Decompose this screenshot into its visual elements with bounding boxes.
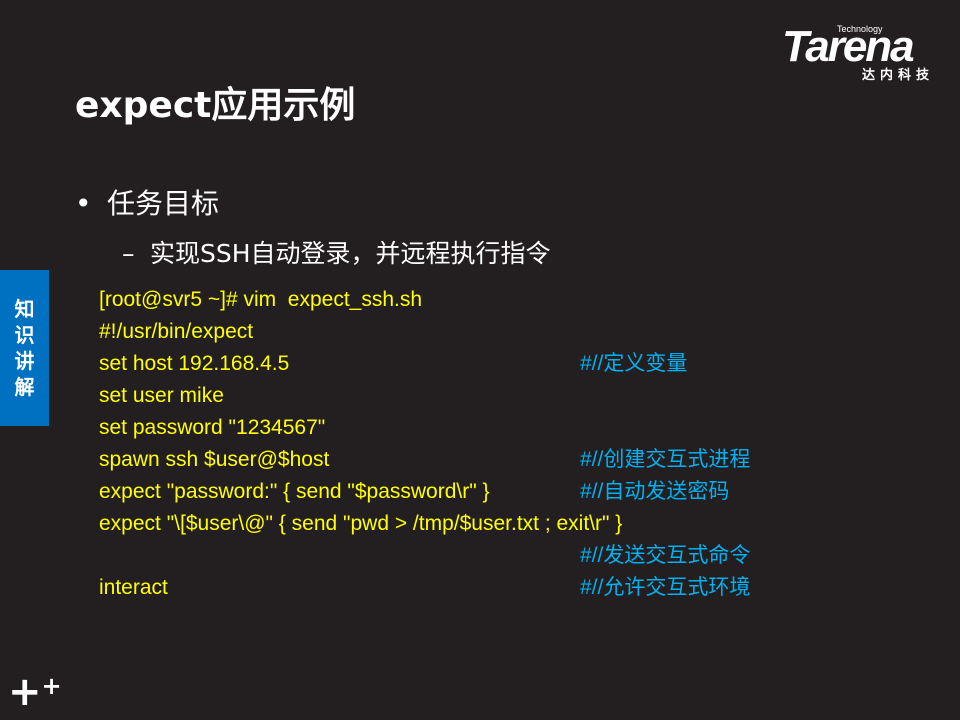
code-line: expect "\[$user\@" { send "pwd > /tmp/$u… bbox=[99, 508, 622, 540]
code-line: [root@svr5 ~]# vim expect_ssh.sh bbox=[99, 284, 622, 316]
code-block: [root@svr5 ~]# vim expect_ssh.sh #!/usr/… bbox=[99, 284, 750, 604]
logo-cn: 达内科技 bbox=[862, 68, 935, 83]
code-comment: #//自动发送密码 bbox=[580, 480, 730, 503]
code-line: #//发送交互式命令 bbox=[99, 540, 750, 572]
code-line: set password "1234567" bbox=[99, 412, 622, 444]
code-line: interact #//允许交互式环境 bbox=[99, 572, 750, 604]
code-text: set host 192.168.4.5 bbox=[99, 352, 290, 375]
code-text: [root@svr5 ~]# vim expect_ssh.sh bbox=[99, 288, 423, 311]
code-text: set user mike bbox=[99, 384, 224, 407]
code-comment: #//创建交互式进程 bbox=[580, 448, 751, 471]
bullet-level1: • 任务目标 bbox=[75, 182, 219, 222]
side-tab-char: 识 bbox=[14, 323, 35, 347]
code-line: #!/usr/bin/expect bbox=[99, 316, 622, 348]
code-text: spawn ssh $user@$host bbox=[99, 448, 330, 471]
code-text: expect "password:" { send "$password\r" … bbox=[99, 480, 490, 503]
logo-tech: Technology bbox=[837, 24, 883, 34]
code-line: set user mike bbox=[99, 380, 622, 412]
code-text: set password "1234567" bbox=[99, 416, 326, 439]
code-line: spawn ssh $user@$host #//创建交互式进程 bbox=[99, 444, 750, 476]
bullet-text: 任务目标 bbox=[107, 187, 220, 220]
code-comment: #//定义变量 bbox=[580, 352, 688, 375]
bullet-marker: – bbox=[122, 239, 135, 268]
code-text: expect "\[$user\@" { send "pwd > /tmp/$u… bbox=[99, 512, 623, 535]
tarena-logo: Tarena Technology 达内科技 bbox=[780, 20, 950, 85]
code-text: #!/usr/bin/expect bbox=[99, 320, 254, 343]
side-tab-char: 讲 bbox=[14, 349, 35, 373]
bullet-level2: – 实现SSH自动登录，并远程执行指令 bbox=[122, 234, 551, 270]
plus-plus-icon: ++ bbox=[8, 669, 62, 715]
side-tab-char: 解 bbox=[14, 375, 35, 399]
bullet-marker: • bbox=[75, 187, 92, 220]
side-tab-knowledge: 知 识 讲 解 bbox=[0, 270, 49, 426]
code-comment: #//发送交互式命令 bbox=[580, 544, 751, 567]
slide-title: expect应用示例 bbox=[75, 85, 356, 126]
code-line: expect "password:" { send "$password\r" … bbox=[99, 476, 729, 508]
side-tab-char: 知 bbox=[14, 297, 35, 321]
code-line: set host 192.168.4.5 #//定义变量 bbox=[99, 348, 687, 380]
code-text: interact bbox=[99, 576, 168, 599]
code-comment: #//允许交互式环境 bbox=[580, 576, 751, 599]
bullet-text: 实现SSH自动登录，并远程执行指令 bbox=[150, 239, 551, 268]
